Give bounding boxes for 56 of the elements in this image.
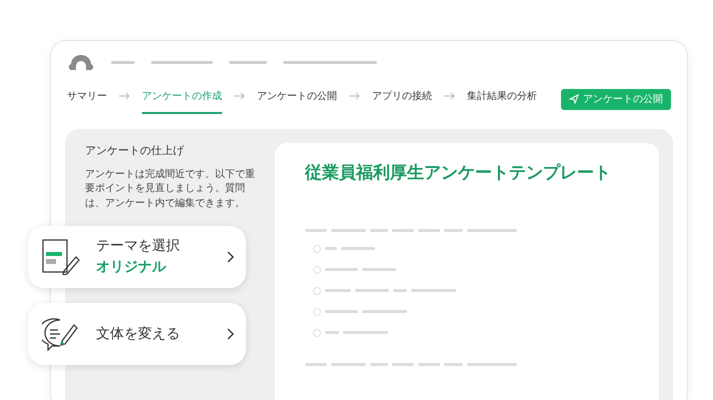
- arrow-icon: [119, 92, 130, 100]
- skeleton-line: [354, 289, 389, 292]
- step-tab[interactable]: アプリの接続: [372, 84, 432, 114]
- logo-icon: [67, 52, 95, 72]
- skeleton-line: [410, 289, 456, 292]
- skeleton-line: [324, 268, 358, 271]
- skeleton-line: [370, 362, 388, 366]
- chevron-icon: [227, 251, 234, 263]
- skeleton-line: [151, 60, 213, 64]
- step-tab[interactable]: 集計結果の分析: [467, 84, 537, 114]
- skeleton-line: [392, 228, 414, 232]
- radio-button[interactable]: [312, 286, 321, 294]
- skeleton-line: [111, 60, 135, 64]
- skeleton-line: [418, 228, 440, 232]
- option-title: テーマを選択: [96, 237, 180, 256]
- speech-pen-icon: [42, 317, 80, 351]
- option-title: 文体を変える: [96, 324, 180, 344]
- panel-title: アンケートの仕上げ: [85, 143, 185, 159]
- skeleton-line: [370, 228, 388, 232]
- radio-button[interactable]: [312, 244, 321, 252]
- theme-icon: [42, 239, 80, 275]
- skeleton-line: [330, 228, 366, 232]
- skeleton-line: [330, 362, 366, 366]
- skeleton-line: [229, 60, 267, 64]
- skeleton-line: [324, 289, 351, 292]
- radio-button[interactable]: [312, 308, 321, 316]
- skeleton-line: [304, 362, 327, 366]
- survey-title: 従業員福利厚生アンケートテンプレート: [304, 162, 612, 185]
- skeleton-line: [444, 362, 463, 366]
- option-value: オリジナル: [96, 258, 166, 277]
- step-tab[interactable]: サマリー: [67, 84, 107, 114]
- skeleton-line: [324, 247, 337, 250]
- arrow-icon: [234, 92, 245, 100]
- step-tab[interactable]: アンケートの公開: [257, 84, 337, 114]
- skeleton-line: [392, 289, 407, 292]
- skeleton-line: [466, 228, 517, 232]
- skeleton-line: [418, 362, 440, 366]
- option-card[interactable]: 文体を変える: [28, 303, 246, 365]
- skeleton-line: [362, 310, 407, 313]
- skeleton-line: [392, 362, 414, 366]
- skeleton-line: [304, 228, 327, 232]
- chevron-icon: [227, 328, 234, 340]
- skeleton-line: [324, 310, 358, 313]
- arrow-icon: [444, 92, 455, 100]
- skeleton-line: [362, 268, 396, 271]
- radio-button[interactable]: [312, 266, 321, 274]
- skeleton-line: [342, 331, 388, 334]
- arrow-icon: [349, 92, 360, 100]
- option-card[interactable]: テーマを選択 オリジナル: [28, 226, 246, 288]
- skeleton-line: [466, 362, 517, 366]
- send-icon: [569, 94, 579, 104]
- skeleton-line: [444, 228, 463, 232]
- panel-description: アンケートは完成間近です。以下で重要ポイントを見直しましょう。質問は、アンケート内で編集できます。: [85, 168, 256, 210]
- radio-button[interactable]: [312, 328, 321, 336]
- skeleton-line: [340, 247, 375, 250]
- skeleton-line: [324, 331, 339, 334]
